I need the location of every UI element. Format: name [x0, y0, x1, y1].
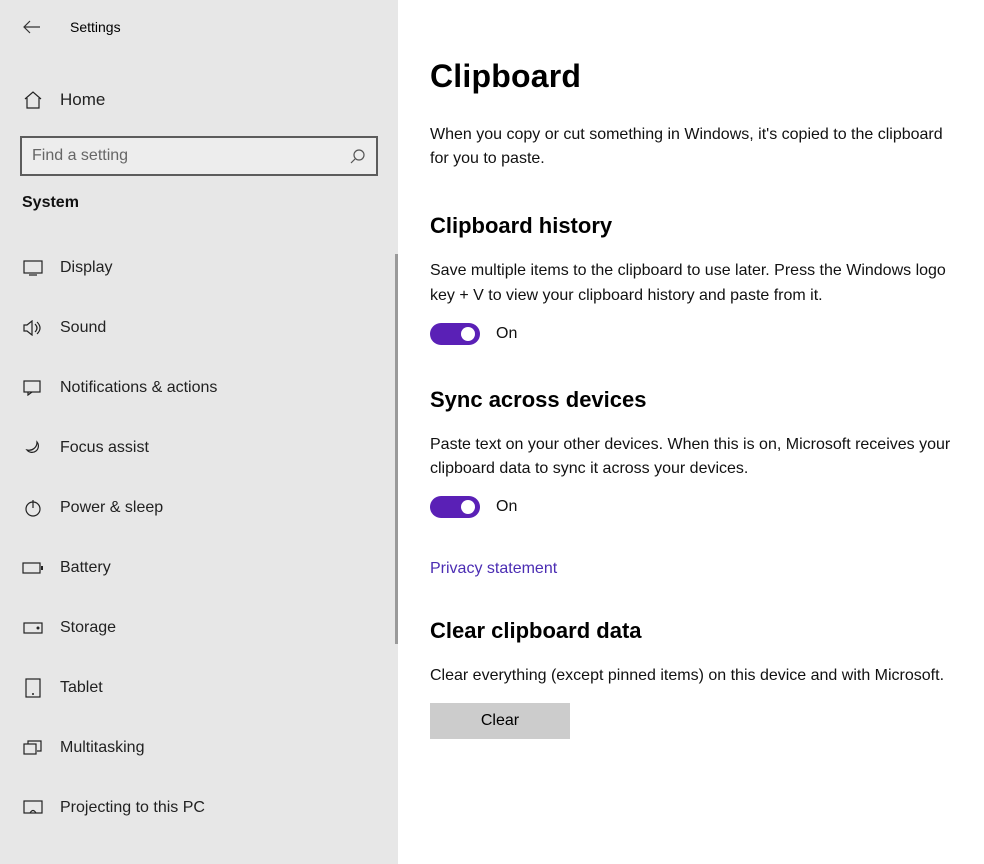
- nav-item-projecting[interactable]: Projecting to this PC: [0, 778, 398, 838]
- nav-label: Display: [60, 259, 112, 277]
- sound-icon: [22, 320, 44, 336]
- privacy-link[interactable]: Privacy statement: [430, 560, 557, 578]
- nav-item-tablet[interactable]: Tablet: [0, 658, 398, 718]
- sync-toggle-state: On: [496, 498, 517, 516]
- nav-list: Display Sound Notifications & actions Fo…: [0, 238, 398, 838]
- nav-item-sound[interactable]: Sound: [0, 298, 398, 358]
- nav-item-multitasking[interactable]: Multitasking: [0, 718, 398, 778]
- history-toggle-state: On: [496, 325, 517, 343]
- nav-label: Power & sleep: [60, 499, 163, 517]
- settings-sidebar: Settings Home System Display Sound Notif…: [0, 0, 398, 864]
- main-content: Clipboard When you copy or cut something…: [398, 0, 984, 864]
- notifications-icon: [22, 380, 44, 396]
- clear-desc: Clear everything (except pinned items) o…: [430, 664, 958, 689]
- tablet-icon: [22, 678, 44, 698]
- nav-item-notifications[interactable]: Notifications & actions: [0, 358, 398, 418]
- nav-label: Tablet: [60, 679, 103, 697]
- page-title: Clipboard: [430, 58, 958, 95]
- nav-label: Battery: [60, 559, 111, 577]
- nav-label: Notifications & actions: [60, 379, 217, 397]
- search-icon: [350, 148, 366, 164]
- toggle-knob: [461, 500, 475, 514]
- nav-item-power-sleep[interactable]: Power & sleep: [0, 478, 398, 538]
- projecting-icon: [22, 800, 44, 816]
- sync-desc: Paste text on your other devices. When t…: [430, 433, 958, 483]
- storage-icon: [22, 622, 44, 634]
- nav-label: Projecting to this PC: [60, 799, 205, 817]
- search-box[interactable]: [20, 136, 378, 176]
- focus-assist-icon: [22, 438, 44, 458]
- nav-item-battery[interactable]: Battery: [0, 538, 398, 598]
- arrow-left-icon: [23, 20, 41, 34]
- sync-toggle[interactable]: [430, 496, 480, 518]
- power-icon: [22, 499, 44, 517]
- nav-label: Sound: [60, 319, 106, 337]
- home-row[interactable]: Home: [0, 70, 398, 130]
- search-input[interactable]: [32, 147, 350, 165]
- battery-icon: [22, 562, 44, 574]
- history-desc: Save multiple items to the clipboard to …: [430, 259, 958, 309]
- clear-button[interactable]: Clear: [430, 703, 570, 739]
- multitasking-icon: [22, 740, 44, 756]
- home-label: Home: [60, 90, 105, 110]
- back-button[interactable]: [16, 11, 48, 43]
- clear-title: Clear clipboard data: [430, 618, 958, 644]
- nav-item-display[interactable]: Display: [0, 238, 398, 298]
- nav-label: Focus assist: [60, 439, 149, 457]
- history-toggle[interactable]: [430, 323, 480, 345]
- history-title: Clipboard history: [430, 213, 958, 239]
- sync-title: Sync across devices: [430, 387, 958, 413]
- nav-label: Multitasking: [60, 739, 144, 757]
- nav-item-storage[interactable]: Storage: [0, 598, 398, 658]
- toggle-knob: [461, 327, 475, 341]
- app-title: Settings: [70, 19, 121, 35]
- display-icon: [22, 260, 44, 276]
- category-label: System: [0, 176, 398, 220]
- nav-item-focus-assist[interactable]: Focus assist: [0, 418, 398, 478]
- nav-label: Storage: [60, 619, 116, 637]
- page-intro: When you copy or cut something in Window…: [430, 123, 958, 171]
- home-icon: [22, 91, 44, 109]
- scrollbar[interactable]: [395, 254, 398, 644]
